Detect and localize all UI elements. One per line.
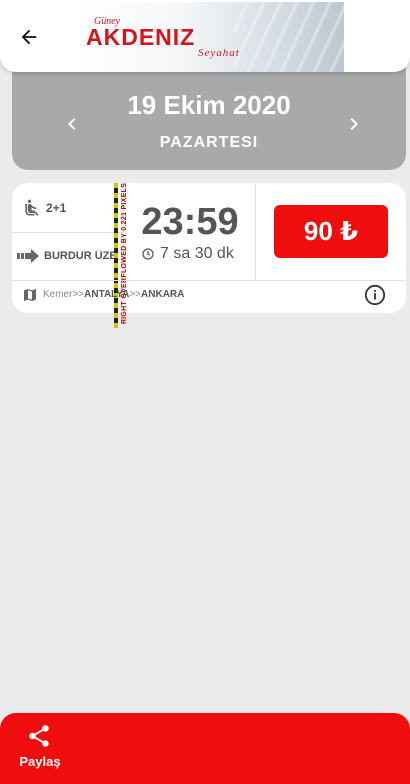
back-button[interactable] <box>14 22 44 52</box>
share-bar: Paylaş <box>0 713 410 784</box>
date-selector: 19 Ekim 2020 PAZARTESI <box>12 68 406 170</box>
trip-duration: 7 sa 30 dk <box>142 245 234 263</box>
price-column: 90 ₺ <box>256 183 406 280</box>
trip-info-column: 2+1 BURDUR ÜZE <box>12 183 124 280</box>
trip-card[interactable]: 2+1 BURDUR ÜZE RIGHT OVERFLOWED BY 0.221… <box>12 183 406 328</box>
logo-main-text: AKDENIZ <box>86 24 196 50</box>
route-path-row: Kemer>>ANTALYA>>ANKARA <box>12 280 406 313</box>
path-via: ANTALYA <box>84 289 130 300</box>
route-row: BURDUR ÜZE <box>12 233 124 280</box>
seat-layout-row: 2+1 <box>12 183 124 233</box>
path-origin: Kemer <box>43 289 73 300</box>
map-icon <box>24 289 36 301</box>
route-path: Kemer>>ANTALYA>>ANKARA <box>43 289 184 300</box>
seat-icon <box>25 199 39 216</box>
price-button[interactable]: 90 ₺ <box>274 205 388 258</box>
time-column: 23:59 7 sa 30 dk <box>124 183 256 280</box>
path-separator: >> <box>129 289 142 300</box>
path-destination: ANKARA <box>141 289 185 300</box>
arrow-left-icon <box>21 29 37 45</box>
arrow-right-icon <box>17 249 39 263</box>
brand-logo: Güney AKDENIZ Seyahat <box>80 2 344 72</box>
logo-sub-text: Seyahat <box>198 47 240 59</box>
share-button[interactable]: Paylaş <box>10 721 70 779</box>
route-via-label: BURDUR ÜZE <box>44 250 117 262</box>
selected-weekday: PAZARTESI <box>159 134 259 151</box>
path-separator: >> <box>72 289 85 300</box>
share-label: Paylaş <box>19 754 61 769</box>
chevron-right-icon <box>350 118 358 130</box>
next-day-button[interactable] <box>342 112 366 136</box>
app-header: Güney AKDENIZ Seyahat <box>0 0 410 72</box>
departure-time: 23:59 <box>141 201 239 243</box>
trip-duration-text: 7 sa 30 dk <box>160 245 234 262</box>
info-icon[interactable] <box>364 284 386 306</box>
clock-icon <box>142 248 154 260</box>
seat-layout-label: 2+1 <box>46 201 67 215</box>
share-icon <box>29 725 49 747</box>
